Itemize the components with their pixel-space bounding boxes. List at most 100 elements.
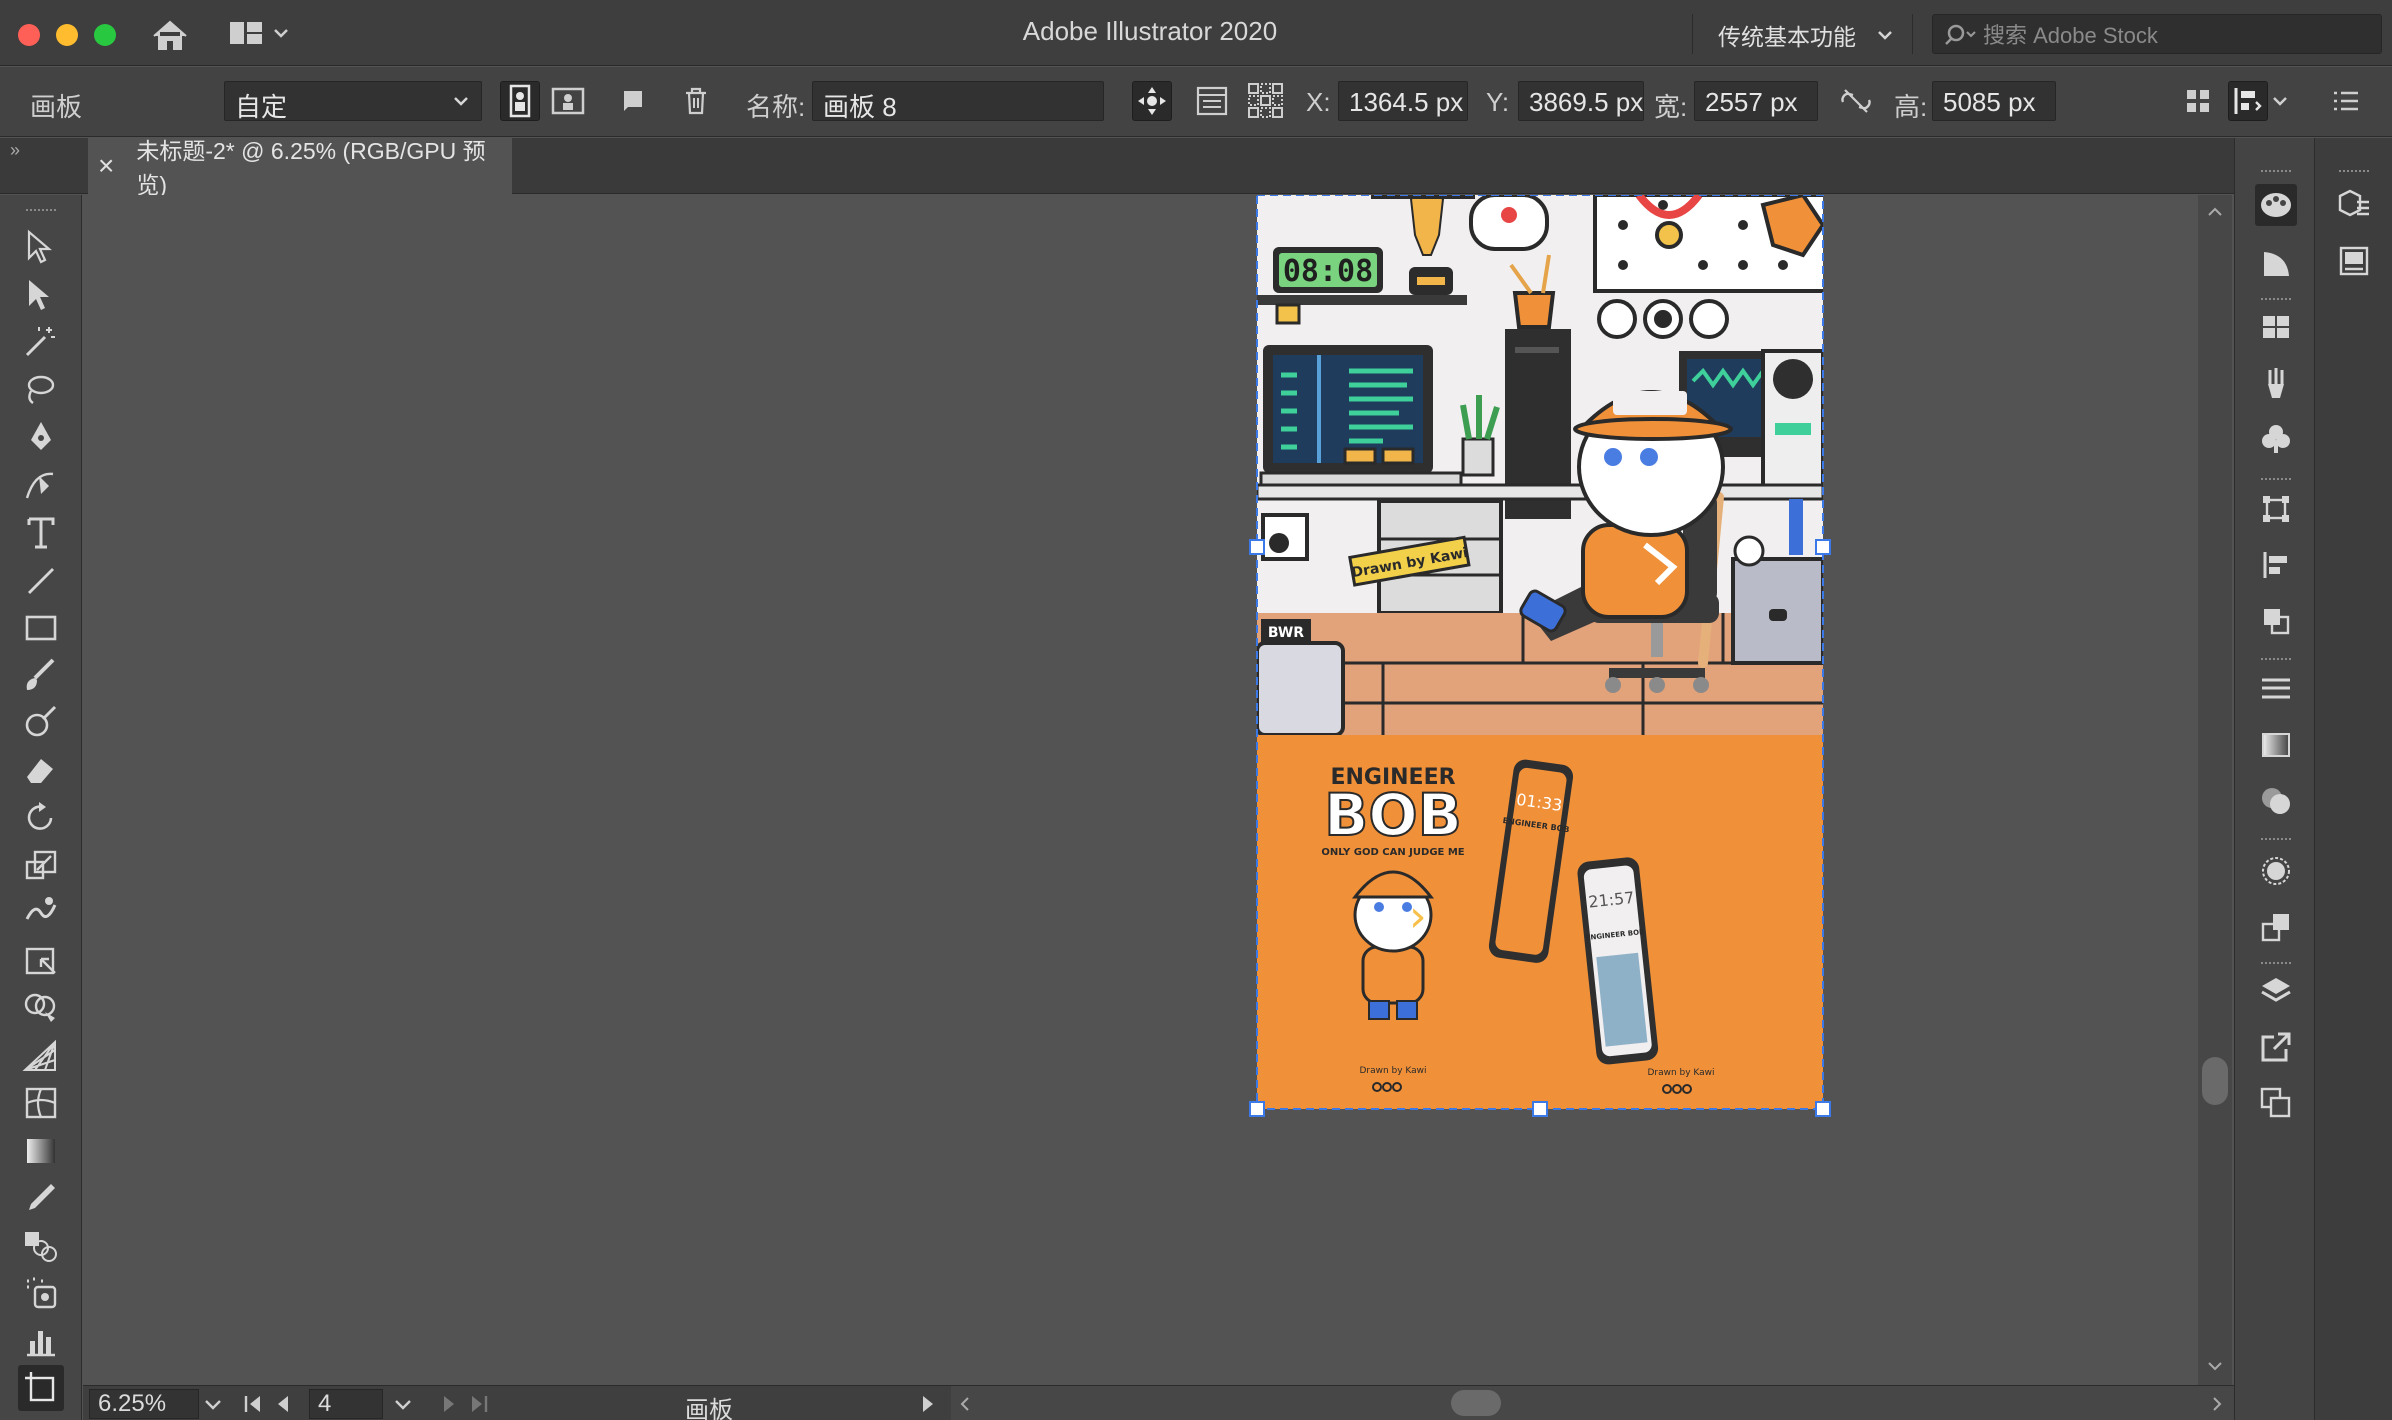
symbol-sprayer-tool-button[interactable] (18, 1270, 64, 1316)
grid-view-button[interactable] (2178, 81, 2218, 121)
floor-pc-case (1257, 641, 1345, 737)
selection-tool-button[interactable] (18, 225, 64, 271)
x-position-input[interactable]: 1364.5 px (1338, 81, 1468, 121)
symbols-icon[interactable] (2255, 418, 2297, 460)
canvas-area[interactable]: 08:08 Drawn by Kawi BWR ENGINEER BOB ONL… (83, 195, 2198, 1385)
noodle-cup (1512, 291, 1556, 329)
artboard-tool-button[interactable] (18, 1365, 64, 1411)
status-menu-icon[interactable] (919, 1393, 937, 1415)
free-transform-tool-button[interactable] (18, 938, 64, 984)
mesh-tool-button[interactable] (18, 1080, 64, 1126)
y-position-input[interactable]: 3869.5 px (1518, 81, 1644, 121)
workspace-switcher[interactable]: 传统基本功能 (1718, 18, 1894, 52)
swatch-grid-icon[interactable] (2255, 306, 2297, 348)
brushes-icon[interactable] (2255, 362, 2297, 404)
pathfinder-icon[interactable] (2255, 600, 2297, 642)
eraser-tool-button[interactable] (18, 748, 64, 794)
direct-selection-tool-button[interactable] (18, 273, 64, 319)
panel-grip[interactable] (26, 209, 56, 215)
constrain-proportions-button[interactable] (1836, 81, 1876, 121)
shape-builder-tool-button[interactable] (18, 985, 64, 1031)
pen-tool-button[interactable] (18, 415, 64, 461)
scale-tool-button[interactable] (18, 843, 64, 889)
document-tab-strip: » × 未标题-2* @ 6.25% (RGB/GPU 预览) « « (0, 138, 2392, 198)
appearance-icon[interactable] (2255, 850, 2297, 892)
layers-icon[interactable] (2255, 970, 2297, 1012)
panel-menu-button[interactable] (2326, 81, 2366, 121)
scale-tool-icon (25, 850, 57, 879)
artboard-tool-icon (25, 1372, 55, 1402)
transform-icon[interactable] (2255, 488, 2297, 530)
scroll-right-icon[interactable] (2209, 1394, 2225, 1414)
color-guide-icon[interactable] (2255, 184, 2297, 226)
rotate-tool-button[interactable] (18, 795, 64, 841)
new-artboard-button[interactable] (612, 81, 652, 121)
artboard-preset-select[interactable]: 自定 (224, 81, 482, 121)
previous-artboard-icon[interactable] (273, 1393, 293, 1415)
collapse-toolbar-icon[interactable]: » (10, 140, 20, 161)
small-box (1275, 303, 1301, 325)
type-tool-button[interactable] (18, 510, 64, 556)
speaker-led (1775, 423, 1811, 435)
last-artboard-icon[interactable] (467, 1393, 491, 1415)
delete-artboard-button[interactable] (676, 81, 716, 121)
curvature-tool-button[interactable] (18, 463, 64, 509)
artboard-number-input[interactable]: 4 (309, 1389, 383, 1419)
chevron-down-icon (454, 97, 468, 106)
stroke-icon[interactable] (2255, 668, 2297, 710)
status-mode-label: 画板 (685, 1397, 733, 1420)
width-input[interactable]: 2557 px (1694, 81, 1818, 121)
selection-tool-icon (27, 229, 52, 264)
first-artboard-icon[interactable] (241, 1393, 265, 1415)
portrait-button[interactable] (500, 81, 540, 121)
adobe-stock-search-input[interactable]: 搜索 Adobe Stock (1932, 14, 2382, 54)
swatches-icon[interactable] (2255, 242, 2297, 284)
shaper-tool-button[interactable] (18, 700, 64, 746)
scroll-up-icon[interactable] (2206, 205, 2224, 219)
panel-dock (2234, 138, 2314, 1420)
align-dropdown-button[interactable] (2268, 81, 2292, 121)
next-artboard-icon[interactable] (439, 1393, 459, 1415)
line-tool-button[interactable] (18, 558, 64, 604)
eyedropper-tool-button[interactable] (18, 1175, 64, 1221)
book (1789, 499, 1803, 555)
artboard-options-button[interactable] (1192, 81, 1232, 121)
graph-tool-button[interactable] (18, 1318, 64, 1364)
vertical-scrollbar[interactable] (2198, 195, 2232, 1385)
height-input[interactable]: 5085 px (1932, 81, 2056, 121)
align-icon[interactable] (2255, 544, 2297, 586)
warp-tool-button[interactable] (18, 890, 64, 936)
magic-wand-tool-button[interactable] (18, 320, 64, 366)
graphic-styles-icon[interactable] (2255, 906, 2297, 948)
libraries-icon[interactable] (2333, 184, 2375, 226)
gradient-tool-button[interactable] (18, 1128, 64, 1174)
lasso-tool-button[interactable] (18, 368, 64, 414)
paintbrush-tool-button[interactable] (18, 653, 64, 699)
rectangle-tool-button[interactable] (18, 605, 64, 651)
h-scroll-thumb[interactable] (1451, 1390, 1501, 1416)
zoom-dropdown-icon[interactable] (201, 1394, 225, 1416)
export-icon[interactable] (2255, 1026, 2297, 1068)
perspective-grid-tool-button[interactable] (18, 1033, 64, 1079)
close-tab-icon[interactable]: × (98, 150, 114, 182)
baseball (1733, 535, 1765, 567)
blend-tool-button[interactable] (18, 1223, 64, 1269)
artboard-name-input[interactable]: 画板 8 (812, 81, 1104, 121)
scroll-left-icon[interactable] (957, 1394, 973, 1414)
horizontal-scrollbar[interactable] (951, 1386, 2234, 1420)
scroll-thumb[interactable] (2202, 1057, 2228, 1105)
fan-panel (1597, 299, 1729, 339)
artboards-icon[interactable] (2255, 1082, 2297, 1124)
artboard-dropdown-icon[interactable] (391, 1394, 415, 1416)
artboard-artwork: 08:08 Drawn by Kawi BWR ENGINEER BOB ONL… (1249, 195, 1831, 1117)
rearrange-artboards-button[interactable] (1246, 81, 1286, 121)
properties-icon[interactable] (2333, 240, 2375, 282)
landscape-button[interactable] (548, 81, 588, 121)
scroll-down-icon[interactable] (2206, 1359, 2224, 1373)
gradient-icon[interactable] (2255, 724, 2297, 766)
reference-point-button[interactable] (1132, 81, 1172, 121)
zoom-level-input[interactable]: 6.25% (89, 1389, 199, 1419)
document-tab[interactable]: × 未标题-2* @ 6.25% (RGB/GPU 预览) (88, 138, 512, 198)
align-panel-button[interactable] (2228, 81, 2268, 121)
transparency-icon[interactable] (2255, 780, 2297, 822)
